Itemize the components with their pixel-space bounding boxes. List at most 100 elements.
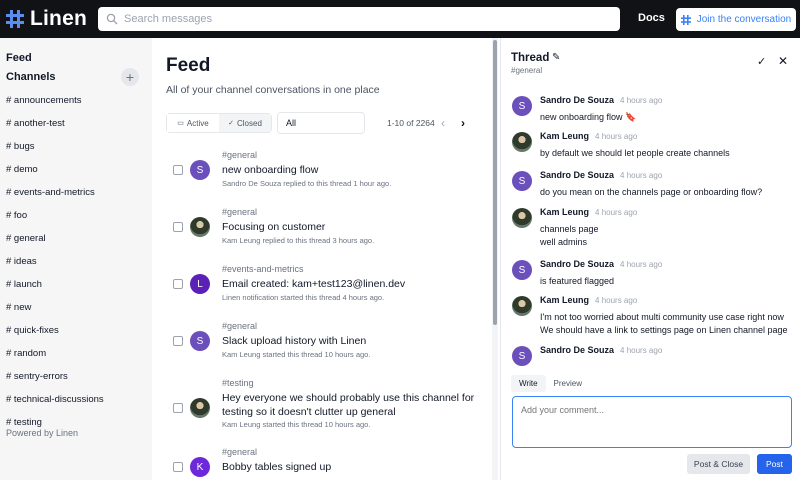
tab-active[interactable]: ▭ Active	[167, 114, 219, 132]
sidebar-channel-item[interactable]: # quick-fixes	[6, 325, 104, 348]
message-time: 4 hours ago	[595, 296, 638, 305]
row-meta: Kam Leung replied to this thread 3 hours…	[222, 236, 375, 245]
avatar	[190, 217, 210, 237]
scrollbar-thumb[interactable]	[493, 40, 497, 325]
row-channel[interactable]: #general	[222, 207, 257, 217]
sidebar: Feed Channels + # announcements # another…	[0, 38, 152, 480]
sidebar-channel-item[interactable]: # ideas	[6, 256, 104, 279]
sidebar-channel-item[interactable]: # events-and-metrics	[6, 187, 104, 210]
message-text: do you mean on the channels page or onbo…	[540, 187, 763, 197]
row-checkbox[interactable]	[173, 403, 183, 413]
message-text: channels page	[540, 224, 599, 234]
chevron-right-icon[interactable]: ›	[461, 116, 465, 130]
row-checkbox[interactable]	[173, 336, 183, 346]
message-time: 4 hours ago	[620, 171, 663, 180]
row-meta: Kam Leung started this thread 10 hours a…	[222, 350, 371, 359]
row-channel[interactable]: #general	[222, 321, 257, 331]
message-text: well admins	[540, 237, 588, 247]
sidebar-channel-item[interactable]: # technical-discussions	[6, 394, 104, 417]
row-meta: Sandro De Souza replied to this thread 1…	[222, 179, 392, 188]
message-author: Kam Leung 4 hours ago	[540, 207, 637, 217]
row-checkbox[interactable]	[173, 165, 183, 175]
avatar: S	[512, 260, 532, 280]
message-text: new onboarding flow 🔖	[540, 112, 637, 122]
editor-tabs: Write Preview	[511, 375, 590, 392]
author-name: Sandro De Souza	[540, 259, 615, 269]
row-channel[interactable]: #events-and-metrics	[222, 264, 304, 274]
row-checkbox[interactable]	[173, 462, 183, 472]
powered-by-linen[interactable]: Powered by Linen	[6, 428, 79, 438]
linen-logo[interactable]: Linen	[6, 7, 98, 31]
add-channel-button[interactable]: +	[121, 68, 139, 86]
join-conversation-button[interactable]: Join the conversation	[676, 8, 796, 31]
row-meta: Linen notification started this thread 4…	[222, 293, 385, 302]
status-toggle: ▭ Active ✓ Closed	[166, 113, 272, 133]
author-name: Sandro De Souza	[540, 170, 615, 180]
tab-preview[interactable]: Preview	[546, 375, 590, 392]
avatar	[512, 208, 532, 228]
top-bar: Linen Docs Join the conversation	[0, 0, 800, 38]
message-time: 4 hours ago	[620, 346, 663, 355]
sidebar-channel-item[interactable]: # demo	[6, 164, 104, 187]
row-channel[interactable]: #testing	[222, 378, 254, 388]
avatar: S	[512, 346, 532, 366]
chevron-left-icon[interactable]: ‹	[441, 116, 445, 130]
post-and-close-button[interactable]: Post & Close	[687, 454, 750, 474]
post-button[interactable]: Post	[757, 454, 792, 474]
sidebar-channel-item[interactable]: # general	[6, 233, 104, 256]
sidebar-channel-item[interactable]: # launch	[6, 279, 104, 302]
thread-panel: Thread ✎ #general ✓ ✕ S Sandro De Souza 4 …	[501, 38, 800, 480]
avatar: S	[190, 160, 210, 180]
avatar: L	[190, 274, 210, 294]
sidebar-channel-item[interactable]: # bugs	[6, 141, 104, 164]
search-icon	[106, 13, 118, 25]
row-title[interactable]: Slack upload history with Linen	[222, 334, 482, 348]
sidebar-channel-item[interactable]: # sentry-errors	[6, 371, 104, 394]
sidebar-feed-link[interactable]: Feed	[6, 52, 32, 64]
linen-logo-icon	[6, 10, 24, 28]
page-title: Feed	[166, 55, 211, 76]
author-name: Sandro De Souza	[540, 345, 615, 355]
linen-small-icon	[680, 14, 691, 25]
row-title[interactable]: Email created: kam+test123@linen.dev	[222, 277, 482, 291]
row-title[interactable]: Hey everyone we should probably use this…	[222, 391, 482, 419]
sidebar-channel-item[interactable]: # another-test	[6, 118, 104, 141]
filter-select[interactable]: All	[277, 112, 365, 134]
row-checkbox[interactable]	[173, 222, 183, 232]
message-text: We should have a link to settings page o…	[540, 325, 788, 335]
avatar: K	[190, 457, 210, 477]
row-checkbox[interactable]	[173, 279, 183, 289]
message-author: Sandro De Souza 4 hours ago	[540, 170, 662, 180]
message-author: Kam Leung 4 hours ago	[540, 295, 637, 305]
author-name: Kam Leung	[540, 131, 590, 141]
tab-write[interactable]: Write	[511, 375, 546, 392]
message-author: Sandro De Souza 4 hours ago	[540, 95, 662, 105]
row-title[interactable]: new onboarding flow	[222, 163, 482, 177]
search-input[interactable]	[124, 13, 604, 25]
message-time: 4 hours ago	[595, 208, 638, 217]
row-title[interactable]: Focusing on customer	[222, 220, 482, 234]
message-time: 4 hours ago	[595, 132, 638, 141]
sidebar-channel-item[interactable]: # foo	[6, 210, 104, 233]
row-channel[interactable]: #general	[222, 447, 257, 457]
sidebar-channels-heading: Channels	[6, 71, 56, 83]
sidebar-channel-item[interactable]: # announcements	[6, 95, 104, 118]
feed-scrollbar[interactable]	[492, 38, 498, 480]
message-time: 4 hours ago	[620, 96, 663, 105]
tab-closed[interactable]: ✓ Closed	[219, 114, 271, 132]
row-channel[interactable]: #general	[222, 150, 257, 160]
feed-panel: Feed All of your channel conversations i…	[152, 38, 492, 480]
message-author: Kam Leung 4 hours ago	[540, 131, 637, 141]
search-box[interactable]	[98, 7, 620, 31]
row-title[interactable]: Bobby tables signed up	[222, 460, 482, 474]
avatar: S	[512, 96, 532, 116]
row-meta: Kam Leung started this thread 10 hours a…	[222, 420, 371, 429]
avatar	[190, 398, 210, 418]
message-time: 4 hours ago	[620, 260, 663, 269]
comment-input[interactable]	[512, 396, 792, 448]
docs-link[interactable]: Docs	[638, 12, 665, 24]
message-text: I'm not too worried about multi communit…	[540, 312, 784, 322]
message-list: S Sandro De Souza 4 hours ago new onboardin…	[501, 38, 800, 368]
sidebar-channel-item[interactable]: # new	[6, 302, 104, 325]
sidebar-channel-item[interactable]: # random	[6, 348, 104, 371]
